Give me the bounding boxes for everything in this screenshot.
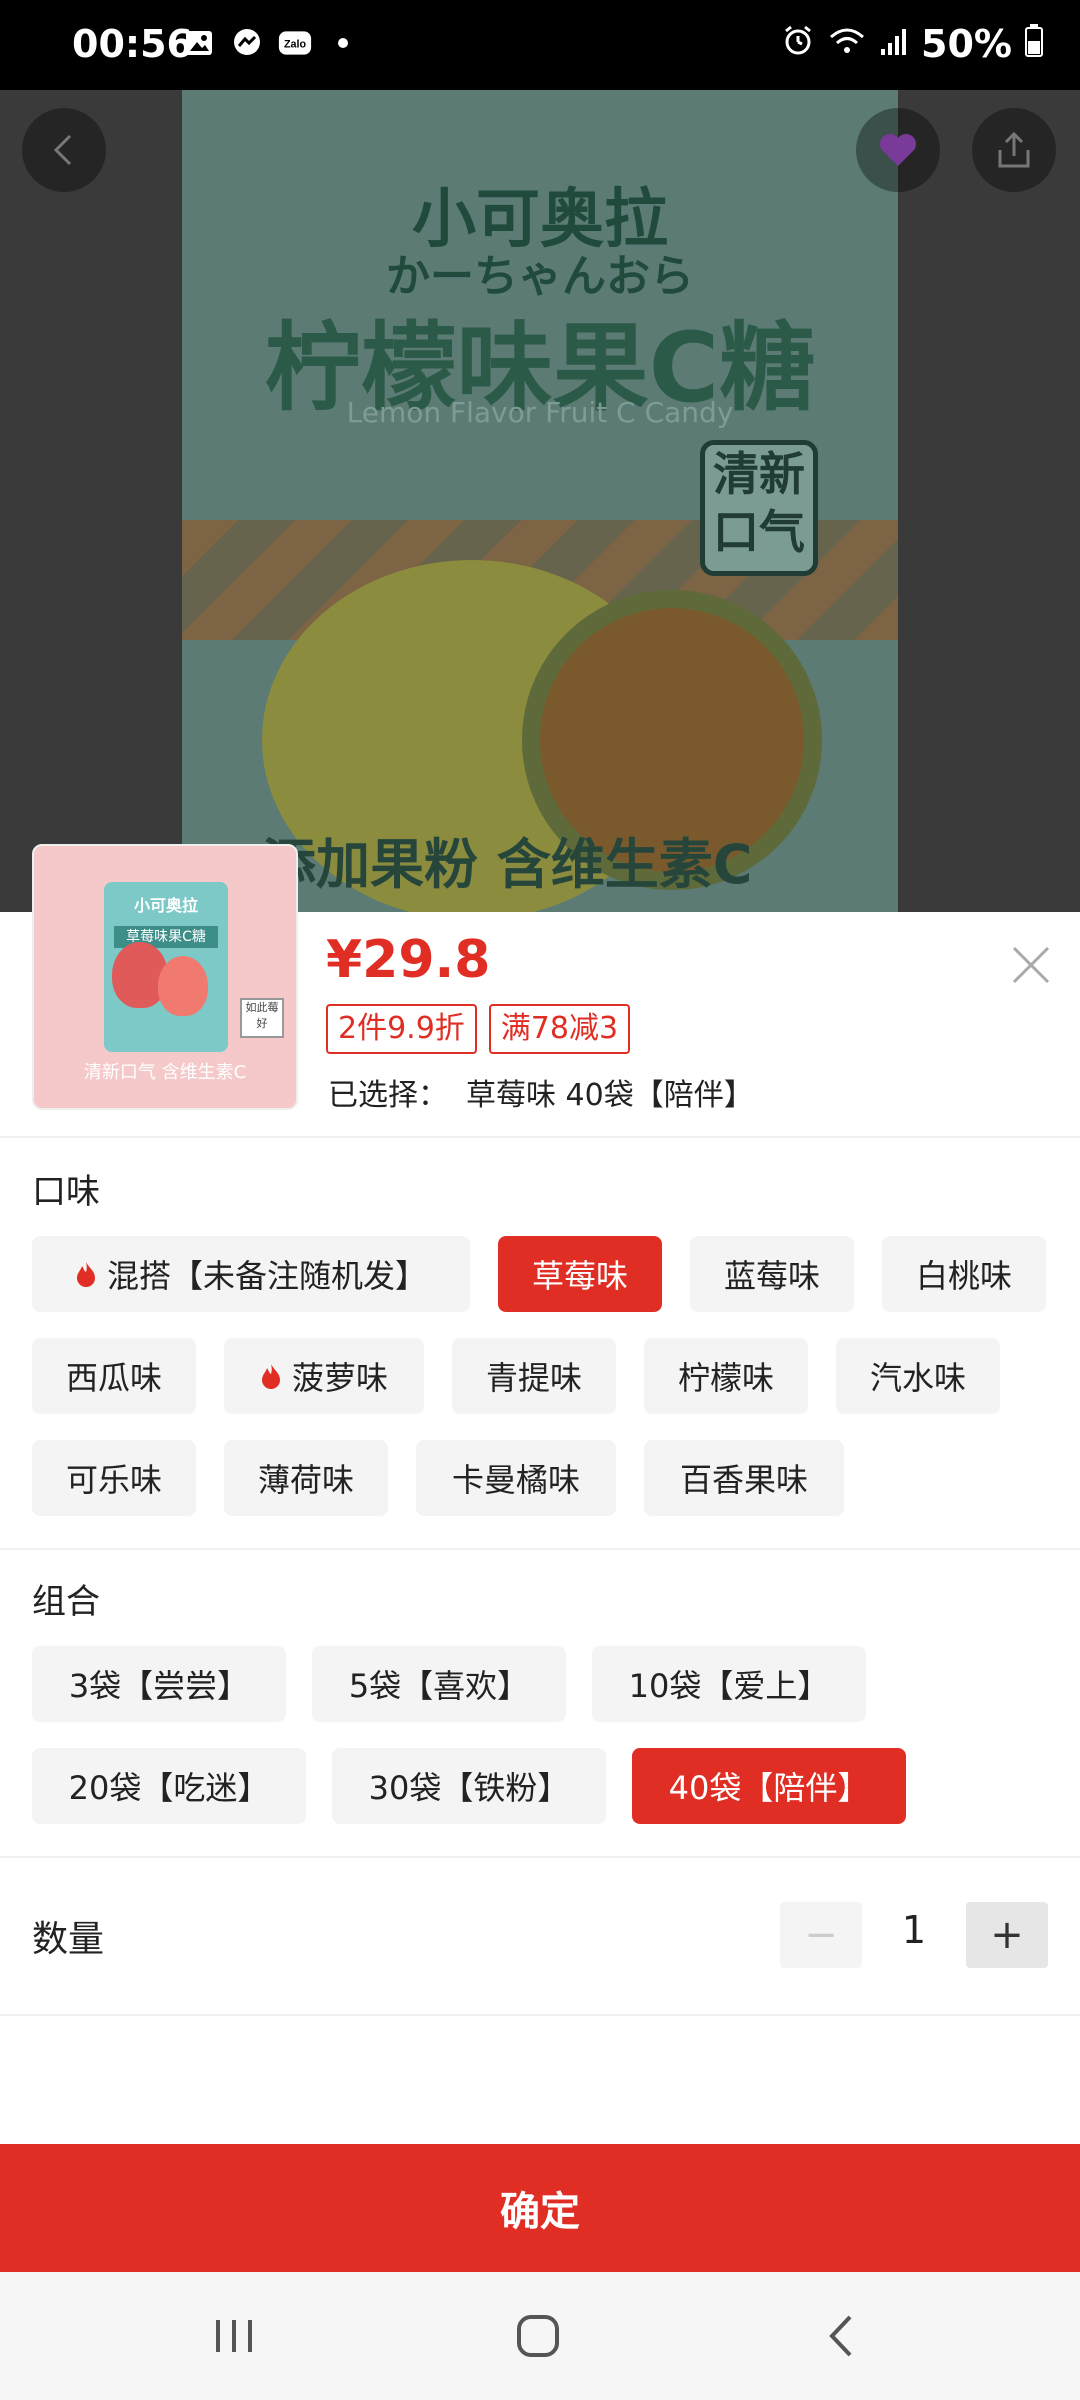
promo-tag: 满78减3 bbox=[488, 1004, 631, 1054]
flavor-option-label: 蓝莓味 bbox=[723, 1257, 820, 1295]
combo-option-label: 30袋【铁粉】 bbox=[368, 1769, 570, 1807]
product-hero-image: 小可奥拉 かーちゃんおら 柠檬味果C糖 Lemon Flavor Fruit C… bbox=[0, 90, 1080, 912]
system-nav-bar bbox=[0, 2272, 1080, 2400]
status-bar: 00:56 Zalo 50% bbox=[0, 0, 1080, 90]
close-button[interactable] bbox=[1004, 938, 1058, 992]
flavor-option[interactable]: 薄荷味 bbox=[224, 1440, 388, 1516]
status-right: 50% bbox=[781, 22, 1044, 66]
divider bbox=[0, 1548, 1080, 1550]
combo-option-label: 10袋【爱上】 bbox=[628, 1667, 830, 1705]
price: ¥29.8 bbox=[326, 930, 491, 990]
flavor-option[interactable]: 卡曼橘味 bbox=[416, 1440, 616, 1516]
home-icon bbox=[517, 2315, 559, 2357]
flavor-option-label: 汽水味 bbox=[869, 1359, 966, 1397]
plus-icon: + bbox=[990, 1912, 1024, 1958]
sku-thumbnail[interactable]: 小可奥拉 草莓味果C糖 如此莓好 清新口气 含维生素C bbox=[32, 844, 298, 1110]
flavor-option-label: 菠萝味 bbox=[291, 1359, 388, 1397]
hot-flame-icon bbox=[76, 1262, 95, 1287]
home-button[interactable] bbox=[508, 2306, 568, 2366]
selected-summary: 已选择： 草莓味 40袋【陪伴】 bbox=[328, 1070, 754, 1114]
flavor-option-label: 西瓜味 bbox=[65, 1359, 162, 1397]
hero-product-en: Lemon Flavor Fruit C Candy bbox=[346, 396, 734, 429]
quantity-increase-button[interactable]: + bbox=[966, 1902, 1048, 1968]
flavor-option-label: 混搭【未备注随机发】 bbox=[106, 1257, 427, 1295]
flavor-option-label: 薄荷味 bbox=[257, 1461, 354, 1499]
back-button[interactable] bbox=[22, 108, 106, 192]
flavor-option[interactable]: 蓝莓味 bbox=[690, 1236, 854, 1312]
combo-option[interactable]: 10袋【爱上】 bbox=[592, 1646, 866, 1722]
recent-apps-button[interactable] bbox=[204, 2306, 264, 2366]
combo-title: 组合 bbox=[32, 1582, 100, 1622]
flavor-option-label: 柠檬味 bbox=[677, 1359, 774, 1397]
hot-flame-icon bbox=[261, 1364, 280, 1389]
flavor-option-label: 可乐味 bbox=[65, 1461, 162, 1499]
flavor-option-label: 百香果味 bbox=[679, 1461, 808, 1499]
flavor-option[interactable]: 混搭【未备注随机发】 bbox=[32, 1236, 470, 1312]
divider bbox=[0, 2014, 1080, 2016]
flavor-option[interactable]: 西瓜味 bbox=[32, 1338, 196, 1414]
confirm-button[interactable]: 确定 bbox=[0, 2144, 1080, 2272]
combo-option-selected[interactable]: 40袋【陪伴】 bbox=[632, 1748, 906, 1824]
combo-option-label: 5袋【喜欢】 bbox=[348, 1667, 530, 1705]
thumb-bag-title: 小可奥拉 bbox=[133, 896, 198, 915]
back-chevron-icon bbox=[829, 2315, 852, 2357]
thumb-tag: 如此莓好 bbox=[240, 998, 284, 1038]
combo-option[interactable]: 30袋【铁粉】 bbox=[332, 1748, 606, 1824]
divider bbox=[0, 1136, 1080, 1138]
flavor-option-label: 青提味 bbox=[485, 1359, 582, 1397]
flavor-option[interactable]: 可乐味 bbox=[32, 1440, 196, 1516]
flavor-option-label: 卡曼橘味 bbox=[451, 1461, 580, 1499]
minus-icon: − bbox=[804, 1912, 838, 1958]
messenger-icon bbox=[230, 28, 264, 58]
promo-tag: 2件9.9折 bbox=[326, 1004, 477, 1054]
status-time: 00:56 bbox=[72, 22, 193, 66]
combo-option[interactable]: 20袋【吃迷】 bbox=[32, 1748, 306, 1824]
combo-option[interactable]: 5袋【喜欢】 bbox=[312, 1646, 566, 1722]
hero-stamp: 添加果粉 含维生素C bbox=[262, 833, 753, 896]
notification-icons: Zalo bbox=[182, 28, 360, 58]
heart-icon bbox=[880, 134, 916, 166]
flavor-option[interactable]: 菠萝味 bbox=[224, 1338, 424, 1414]
recent-apps-icon bbox=[216, 2320, 252, 2352]
combo-option-label: 3袋【尝尝】 bbox=[68, 1667, 250, 1705]
wifi-icon bbox=[827, 22, 867, 66]
selected-label: 已选择： bbox=[328, 1078, 448, 1113]
selected-value: 草莓味 40袋【陪伴】 bbox=[466, 1078, 754, 1113]
battery-icon bbox=[1024, 22, 1044, 66]
combo-option[interactable]: 3袋【尝尝】 bbox=[32, 1646, 286, 1722]
strawberry-slice-illustration bbox=[158, 956, 208, 1016]
flavor-title: 口味 bbox=[32, 1172, 100, 1212]
share-button[interactable] bbox=[972, 108, 1056, 192]
zalo-icon: Zalo bbox=[278, 28, 312, 58]
signal-icon bbox=[879, 22, 909, 66]
promo-tags: 2件9.9折 满78减3 bbox=[326, 1004, 631, 1054]
dot-icon bbox=[326, 28, 360, 58]
gallery-icon bbox=[182, 28, 216, 58]
close-icon bbox=[1012, 946, 1050, 984]
favorite-button[interactable] bbox=[856, 108, 940, 192]
quantity-value[interactable]: 1 bbox=[882, 1908, 946, 1952]
product-package: 小可奥拉 かーちゃんおら 柠檬味果C糖 Lemon Flavor Fruit C… bbox=[182, 90, 898, 912]
hero-badge: 清新口气 bbox=[700, 440, 818, 576]
flavor-option[interactable]: 柠檬味 bbox=[644, 1338, 808, 1414]
quantity-label: 数量 bbox=[32, 1919, 105, 1960]
flavor-option[interactable]: 白桃味 bbox=[882, 1236, 1046, 1312]
flavor-option[interactable]: 汽水味 bbox=[836, 1338, 1000, 1414]
quantity-decrease-button[interactable]: − bbox=[780, 1902, 862, 1968]
combo-option-label: 20袋【吃迷】 bbox=[68, 1769, 270, 1807]
system-back-button[interactable] bbox=[812, 2306, 872, 2366]
flavor-option[interactable]: 青提味 bbox=[452, 1338, 616, 1414]
alarm-icon bbox=[781, 22, 815, 66]
flavor-option-selected[interactable]: 草莓味 bbox=[498, 1236, 662, 1312]
flavor-option-label: 白桃味 bbox=[915, 1257, 1012, 1295]
battery-percent: 50% bbox=[921, 22, 1012, 66]
back-arrow-icon bbox=[53, 134, 72, 166]
flavor-option-label: 草莓味 bbox=[531, 1257, 628, 1295]
share-icon bbox=[998, 131, 1030, 168]
thumb-caption: 清新口气 含维生素C bbox=[83, 1062, 247, 1083]
combo-option-label: 40袋【陪伴】 bbox=[668, 1769, 870, 1807]
flavor-option[interactable]: 百香果味 bbox=[644, 1440, 844, 1516]
svg-text:Zalo: Zalo bbox=[284, 38, 306, 50]
divider bbox=[0, 1856, 1080, 1858]
